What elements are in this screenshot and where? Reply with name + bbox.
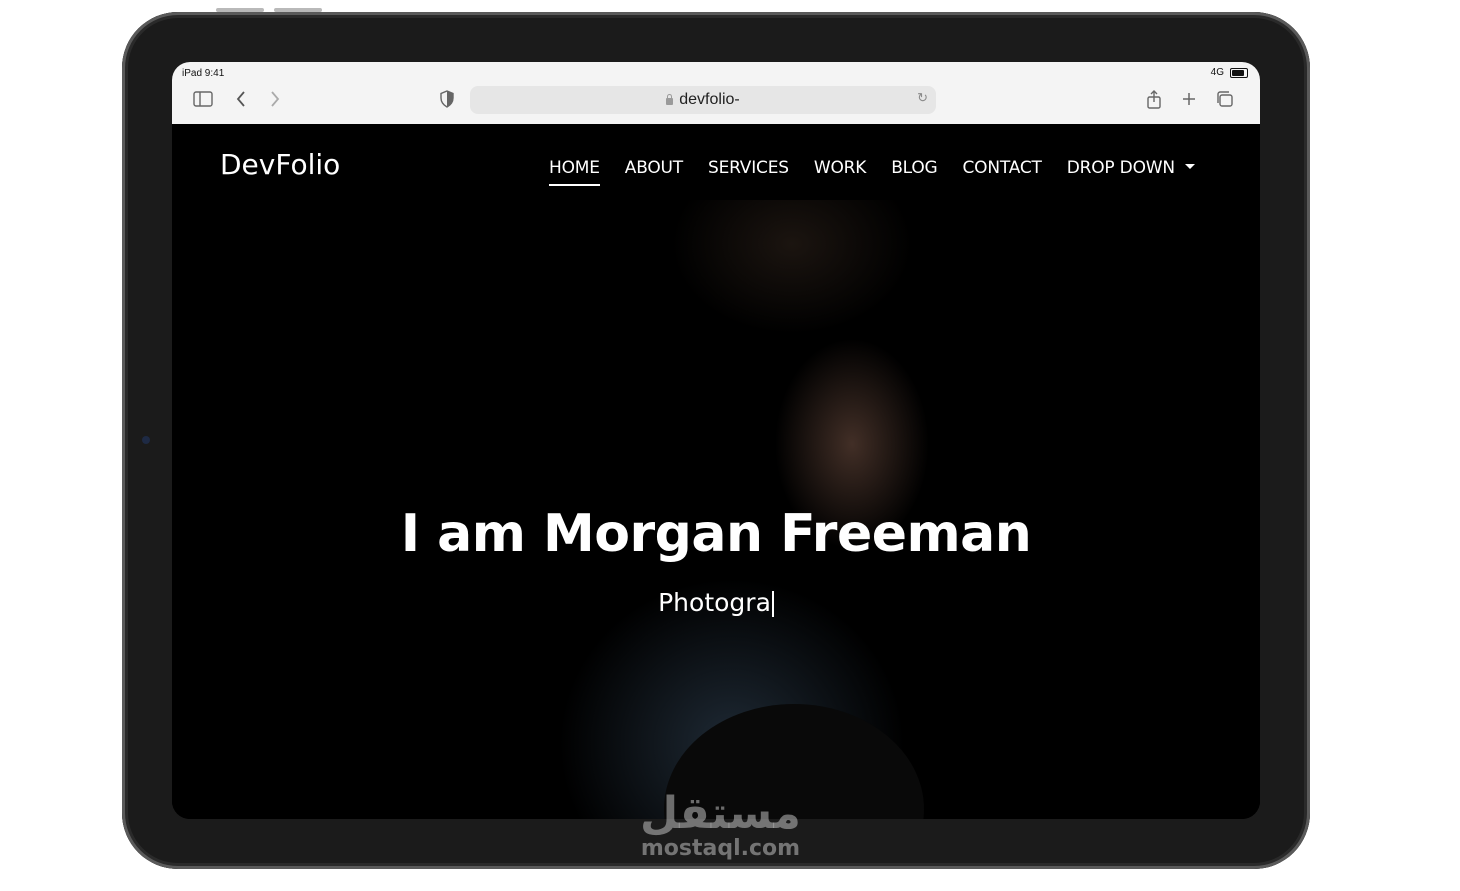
share-icon[interactable] <box>1143 90 1165 112</box>
address-bar[interactable]: devfolio- ↻ <box>470 86 936 114</box>
reload-icon[interactable]: ↻ <box>917 90 928 106</box>
forward-icon[interactable] <box>264 90 286 112</box>
nav-dropdown[interactable]: DROP DOWN <box>1067 158 1195 186</box>
website: DevFolio HOME ABOUT SERVICES WORK BLOG C… <box>172 124 1260 819</box>
watermark-arabic: مستقل <box>640 788 801 839</box>
front-camera <box>142 436 150 444</box>
watermark: مستقل mostaql.com <box>640 788 801 862</box>
power-button <box>274 8 322 12</box>
watermark-latin: mostaql.com <box>640 836 801 861</box>
site-brand[interactable]: DevFolio <box>220 148 340 181</box>
nav-home[interactable]: HOME <box>549 158 600 186</box>
battery-icon <box>1230 67 1248 78</box>
status-time: iPad 9:41 <box>182 68 225 79</box>
nav-work[interactable]: WORK <box>814 158 867 186</box>
typing-cursor <box>771 591 774 617</box>
nav-dropdown-label: DROP DOWN <box>1066 158 1175 178</box>
volume-button <box>216 8 264 12</box>
network-label: 4G <box>1210 67 1224 78</box>
status-indicators: 4G <box>1211 67 1248 78</box>
lock-icon <box>666 93 674 105</box>
nav-contact[interactable]: CONTACT <box>963 158 1042 186</box>
browser-toolbar: iPad 9:41 4G devfolio- ↻ <box>172 62 1260 125</box>
sidebar-icon[interactable] <box>192 90 214 112</box>
site-nav: HOME ABOUT SERVICES WORK BLOG CONTACT DR… <box>549 158 1195 186</box>
site-navbar: DevFolio HOME ABOUT SERVICES WORK BLOG C… <box>172 124 1260 200</box>
nav-blog[interactable]: BLOG <box>891 158 937 186</box>
hero-subtitle-wrap: Photogra <box>172 588 1260 617</box>
url-text: devfolio- <box>679 91 740 108</box>
nav-services[interactable]: SERVICES <box>708 158 789 186</box>
nav-about[interactable]: ABOUT <box>625 158 683 186</box>
hero-background-photo <box>172 124 1260 819</box>
tabs-icon[interactable] <box>1214 90 1236 112</box>
shield-icon[interactable] <box>436 90 458 112</box>
back-icon[interactable] <box>230 90 252 112</box>
new-tab-icon[interactable] <box>1178 90 1200 112</box>
hero-subtitle: Photogra <box>658 588 771 617</box>
screen: iPad 9:41 4G devfolio- ↻ DevFolio HOME A… <box>172 62 1260 819</box>
caret-down-icon <box>1184 163 1195 169</box>
hero-title: I am Morgan Freeman <box>400 504 1032 564</box>
